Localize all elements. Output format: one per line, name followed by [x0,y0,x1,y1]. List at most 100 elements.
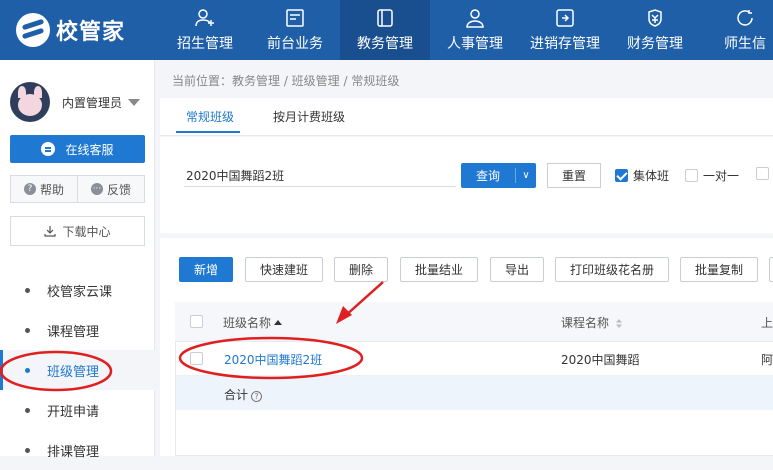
feedback-label: 反馈 [106,182,131,197]
logo-text: 校管家 [56,20,126,45]
download-center-button[interactable]: 下载中心 [10,216,145,246]
inventory-icon [556,8,574,27]
column-header-class-name[interactable]: 班级名称 [223,314,283,331]
bullet-icon [25,367,30,373]
online-service-label: 在线客服 [65,142,114,157]
filter-label: 一对一 [703,169,740,183]
money-icon [648,8,662,27]
checkbox-checked[interactable] [615,169,628,182]
sidebar: 内置管理员 在线客服 ? 帮助 ··· 反馈 下载中心 校管家云课 课程管理 班… [0,60,155,460]
logo-icon [16,13,50,47]
bullet-icon [25,407,30,413]
sort-ascending-icon [274,320,283,325]
print-roster-button[interactable]: 打印班级花名册 [555,257,669,282]
quick-create-button[interactable]: 快速建班 [245,257,323,282]
table-header: 班级名称 课程名称 上 [175,302,773,342]
nav-item-teacher-student[interactable]: 师生信 [700,0,773,60]
select-all-checkbox[interactable] [190,315,203,328]
nav-item-label: 财务管理 [627,35,683,52]
bullet-icon [25,327,30,333]
summary-row: 合计? [176,376,773,410]
main-nav: 招生管理 前台业务 教务管理 人事管理 进销存管理 财务管理 师生信 [160,0,773,60]
summary-label: 合计? [224,386,263,403]
active-tab-indicator [176,131,240,133]
class-name-link[interactable]: 2020中国舞蹈2班 [224,351,322,368]
help-feedback-row: ? 帮助 ··· 反馈 [10,175,145,203]
sidebar-item-class-application[interactable]: 开班申请 [0,390,155,430]
filter-more[interactable] [756,167,773,180]
nav-item-inventory[interactable]: 进销存管理 [520,0,610,60]
sidebar-item-label: 班级管理 [47,364,100,380]
nav-item-label: 教务管理 [357,35,413,52]
extra-cell: 阿 [761,353,773,367]
sidebar-item-label: 排课管理 [47,444,100,460]
nav-item-label: 人事管理 [447,35,503,52]
search-input[interactable] [184,165,456,187]
sidebar-item-label: 开班申请 [47,404,100,420]
export-button[interactable]: 导出 [490,257,544,282]
query-label: 查询 [475,169,500,183]
user-menu[interactable]: 内置管理员 [10,82,141,122]
add-button[interactable]: 新增 [179,257,233,282]
sidebar-item-class-management[interactable]: 班级管理 [0,350,155,390]
table-row[interactable]: 2020中国舞蹈2班 2020中国舞蹈 阿 [176,342,773,376]
nav-item-label: 招生管理 [177,35,233,52]
bullet-icon [25,447,30,453]
course-name-cell: 2020中国舞蹈 [561,353,640,367]
query-button[interactable]: 查询 ∨ [461,163,536,188]
column-header-more: 上 [761,316,773,330]
sidebar-menu: 校管家云课 课程管理 班级管理 开班申请 排课管理 [0,270,155,470]
user-plus-icon [195,8,214,26]
filter-one-on-one[interactable]: 一对一 [685,167,739,184]
nav-item-front-desk[interactable]: 前台业务 [250,0,340,60]
more-actions-button[interactable] [769,257,773,282]
filter-group-class[interactable]: 集体班 [615,167,669,184]
question-icon: ? [23,183,36,195]
chat-icon [737,9,753,26]
nav-item-finance[interactable]: 财务管理 [610,0,700,60]
nav-item-academic[interactable]: 教务管理 [340,0,430,60]
nav-item-label: 前台业务 [267,35,323,52]
sidebar-item-label: 课程管理 [47,324,100,340]
tab-monthly-class[interactable]: 按月计费班级 [273,108,345,125]
checkbox-unchecked[interactable] [685,169,698,182]
online-service-button[interactable]: 在线客服 [10,135,145,163]
book-icon [377,8,393,27]
sidebar-item-course-management[interactable]: 课程管理 [0,310,155,350]
ellipsis-icon: ··· [90,183,103,195]
help-button[interactable]: ? 帮助 [10,175,78,203]
nav-item-label: 师生信 [724,35,766,52]
bullet-icon [25,287,30,293]
sidebar-item-label: 校管家云课 [47,284,113,300]
username: 内置管理员 [62,95,123,110]
feedback-button[interactable]: ··· 反馈 [78,175,145,203]
sort-icon [615,319,622,328]
delete-button[interactable]: 删除 [334,257,388,282]
checkbox-unchecked[interactable] [756,167,769,180]
person-icon [466,8,484,28]
tab-bar: 常规班级 按月计费班级 [160,98,773,136]
help-circle-icon[interactable]: ? [251,391,263,402]
column-header-course-name[interactable]: 课程名称 [561,314,622,331]
nav-item-enrollment[interactable]: 招生管理 [160,0,250,60]
row-checkbox[interactable] [190,352,203,365]
batch-copy-button[interactable]: 批量复制 [680,257,758,282]
avatar [10,82,50,122]
chevron-down-icon [128,98,141,106]
breadcrumb: 当前位置：教务管理 / 班级管理 / 常规班级 [172,74,400,88]
monitor-icon [286,8,304,27]
sidebar-item-scheduling[interactable]: 排课管理 [0,430,155,470]
top-nav-bar: 校管家 招生管理 前台业务 教务管理 人事管理 进销存管理 财务管理 师生信 [0,0,773,60]
filter-label: 集体班 [633,169,670,183]
nav-item-hr[interactable]: 人事管理 [430,0,520,60]
tab-regular-class[interactable]: 常规班级 [186,108,234,125]
download-icon [44,226,57,237]
sidebar-item-cloud-course[interactable]: 校管家云课 [0,270,155,310]
reset-button[interactable]: 重置 [547,163,601,188]
batch-close-button[interactable]: 批量结业 [400,257,478,282]
help-label: 帮助 [39,182,64,197]
logo[interactable]: 校管家 [16,12,125,48]
chat-bubble-icon [41,142,56,156]
download-center-label: 下载中心 [62,224,111,239]
double-chevron-down-icon[interactable]: ∨ [516,170,536,181]
